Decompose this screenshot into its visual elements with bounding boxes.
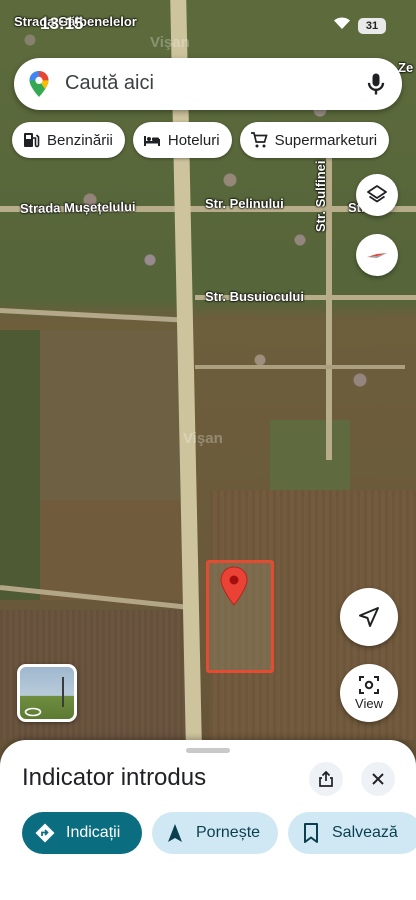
save-label: Salvează [332, 824, 398, 841]
start-label: Pornește [196, 824, 261, 841]
bed-icon [143, 136, 160, 146]
search-input[interactable]: Caută aici [65, 72, 154, 95]
utility-pole [62, 677, 64, 707]
tree-line [0, 330, 40, 600]
save-button[interactable]: Salvează [288, 812, 416, 854]
rotate-360-icon [24, 707, 42, 717]
close-icon [372, 773, 384, 785]
battery-indicator: 31 [358, 18, 386, 34]
farm-field [25, 500, 185, 600]
bookmark-icon [304, 823, 318, 843]
sheet-drag-handle[interactable] [186, 748, 230, 753]
search-bar[interactable]: Caută aici [14, 58, 402, 110]
shopping-cart-icon [250, 132, 268, 148]
view-label: View [355, 696, 383, 711]
street-view-button[interactable]: View [340, 664, 398, 722]
directions-icon [35, 823, 55, 843]
navigation-start-icon [168, 824, 182, 842]
share-button[interactable] [309, 762, 343, 796]
street-label-pelinului: Str. Pelinului [205, 196, 284, 211]
chip-label: Supermarketuri [274, 131, 378, 149]
chip-gas-stations[interactable]: Benzinării [12, 122, 125, 158]
gas-station-icon [24, 133, 40, 148]
share-icon [319, 770, 333, 787]
wifi-icon [334, 17, 350, 29]
layers-button[interactable] [356, 174, 398, 216]
start-button[interactable]: Pornește [152, 812, 278, 854]
sheet-title: Indicator introdus [22, 764, 207, 791]
street-label-musetelului: Strada Mușețelului [19, 198, 136, 217]
street-label-sulfinei: Str. Sulfinei [313, 160, 328, 232]
category-chips: Benzinării Hoteluri Supermarketuri [12, 122, 390, 158]
status-time: 13:15 [40, 14, 84, 33]
farm-field [40, 330, 180, 500]
compass-icon [367, 253, 387, 258]
navigation-arrow-icon [359, 607, 379, 627]
camera-view-icon [359, 676, 379, 694]
chip-hotels[interactable]: Hoteluri [132, 122, 232, 158]
compass-button[interactable] [356, 234, 398, 276]
chip-supermarkets[interactable]: Supermarketuri [239, 122, 390, 158]
close-button[interactable] [361, 762, 395, 796]
microphone-icon[interactable] [362, 70, 390, 98]
directions-button[interactable]: Indicații [22, 812, 142, 854]
farm-field [270, 420, 350, 490]
status-bar: 13:15 31 [0, 0, 416, 40]
street-label-partial-ze: Ze [398, 60, 414, 75]
google-maps-logo-icon [29, 71, 49, 97]
action-buttons: Indicații Pornește Salvează [22, 812, 416, 854]
my-location-button[interactable] [340, 588, 398, 646]
directions-label: Indicații [66, 824, 121, 841]
street-view-thumbnail[interactable] [17, 664, 77, 722]
road [195, 365, 405, 369]
layers-icon [367, 185, 387, 203]
map-pin-icon[interactable] [219, 566, 249, 606]
chip-label: Benzinării [47, 131, 113, 149]
street-label-busuiocului: Str. Busuiocului [205, 289, 304, 304]
chip-label: Hoteluri [167, 131, 220, 149]
